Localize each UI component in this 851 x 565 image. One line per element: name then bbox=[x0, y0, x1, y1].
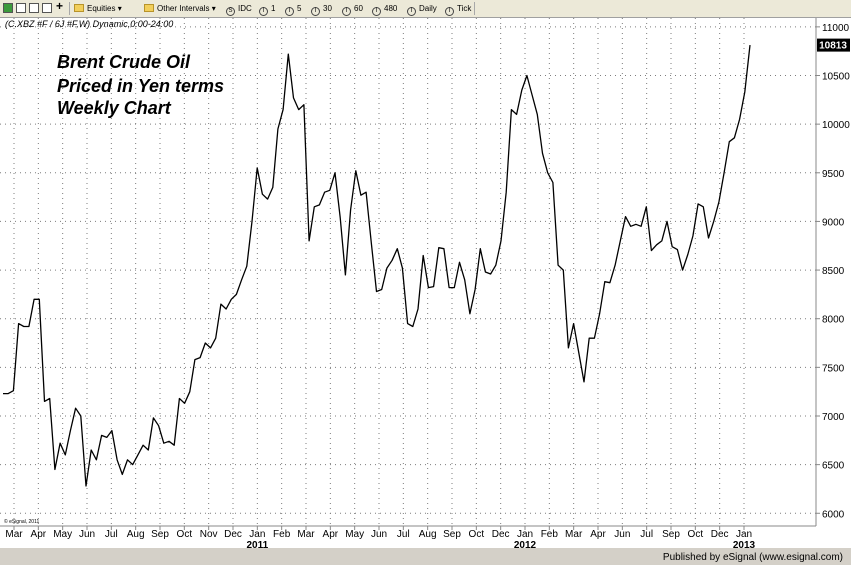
y-tick-label: 7500 bbox=[822, 363, 845, 374]
add-icon[interactable]: + bbox=[56, 0, 63, 12]
x-month-label: Sep bbox=[443, 529, 461, 540]
x-year-label: 2012 bbox=[514, 540, 537, 548]
x-month-label: Sep bbox=[151, 529, 169, 540]
toolbar-separator bbox=[69, 2, 70, 15]
interval-label: 60 bbox=[354, 4, 363, 13]
x-month-label: Jan bbox=[249, 529, 265, 540]
interval-button-daily[interactable]: I Daily bbox=[407, 3, 437, 16]
x-month-label: Jul bbox=[105, 529, 118, 540]
interval-icon: I bbox=[259, 7, 268, 16]
interval-button-480[interactable]: I 480 bbox=[372, 3, 398, 16]
interval-button-5[interactable]: I5 bbox=[285, 3, 302, 16]
publisher-credit: Published by eSignal (www.esignal.com) bbox=[662, 552, 843, 563]
toolbar: + Equities ▾ Other Intervals ▾ S IDC I1 I… bbox=[0, 0, 851, 18]
interval-button-tick[interactable]: I Tick bbox=[445, 3, 472, 16]
x-month-label: Feb bbox=[273, 529, 291, 540]
interval-label: 480 bbox=[384, 4, 398, 13]
chart-area: 6000 6500 7000 7500 8000 8500 9000 9500 10000 105… bbox=[0, 18, 851, 548]
x-month-label: Oct bbox=[688, 529, 704, 540]
chart-header: (C.XBZ #F / 6J #F,W) Dynamic,0:00-24:00 bbox=[5, 19, 173, 29]
x-month-label: Jul bbox=[397, 529, 410, 540]
annotation-line-1: Brent Crude Oil bbox=[57, 52, 191, 72]
y-tick-label: 9000 bbox=[822, 217, 845, 228]
equities-dropdown[interactable]: Equities ▾ bbox=[74, 3, 122, 14]
page-icon[interactable] bbox=[16, 3, 26, 13]
x-month-label: Dec bbox=[711, 529, 729, 540]
annotation-line-3: Weekly Chart bbox=[57, 98, 172, 118]
y-tick-label: 8000 bbox=[822, 315, 845, 326]
folder-icon bbox=[74, 4, 84, 12]
copyright-note: © eSignal, 2011 bbox=[4, 518, 40, 525]
layout-icon[interactable] bbox=[42, 3, 52, 13]
interval-label: Tick bbox=[457, 4, 472, 13]
interval-icon: I bbox=[445, 7, 454, 16]
folder-icon bbox=[144, 4, 154, 12]
interval-label: 5 bbox=[297, 4, 302, 13]
x-month-label: Apr bbox=[323, 529, 339, 540]
x-month-label: Nov bbox=[200, 529, 218, 540]
interval-button-60[interactable]: I 60 bbox=[342, 3, 363, 16]
x-month-label: Mar bbox=[297, 529, 315, 540]
intervals-dropdown[interactable]: Other Intervals ▾ bbox=[144, 3, 216, 14]
x-month-label: Oct bbox=[469, 529, 485, 540]
x-month-label: Apr bbox=[31, 529, 47, 540]
x-month-label: Oct bbox=[177, 529, 193, 540]
x-year-label: 2011 bbox=[246, 540, 268, 548]
y-tick-label: 6000 bbox=[822, 509, 845, 520]
x-month-label: Aug bbox=[127, 529, 145, 540]
last-price-label: 10813 bbox=[819, 41, 847, 52]
intervals-label: Other Intervals bbox=[157, 4, 210, 13]
chart-icon[interactable] bbox=[3, 3, 13, 13]
y-tick-label: 9500 bbox=[822, 169, 845, 180]
x-year-label: 2013 bbox=[733, 540, 756, 548]
x-month-label: Sep bbox=[662, 529, 680, 540]
interval-icon: I bbox=[285, 7, 294, 16]
x-month-label: Apr bbox=[590, 529, 606, 540]
annotation-line-2: Priced in Yen terms bbox=[57, 76, 224, 96]
x-month-label: Jun bbox=[371, 529, 387, 540]
y-tick-label: 8500 bbox=[822, 266, 845, 277]
interval-button-30[interactable]: I 30 bbox=[311, 3, 332, 16]
interval-icon: I bbox=[407, 7, 416, 16]
x-month-label: Feb bbox=[541, 529, 559, 540]
x-month-label: Jan bbox=[736, 529, 752, 540]
interval-button-1[interactable]: I1 bbox=[259, 3, 276, 16]
x-month-label: May bbox=[345, 529, 364, 540]
x-month-label: Dec bbox=[492, 529, 510, 540]
x-month-label: Jun bbox=[79, 529, 95, 540]
y-tick-label: 11000 bbox=[822, 23, 850, 34]
interval-icon: I bbox=[342, 7, 351, 16]
toolbar-separator bbox=[474, 2, 475, 15]
interval-label: 30 bbox=[323, 4, 332, 13]
x-month-label: Mar bbox=[565, 529, 583, 540]
y-tick-label: 10500 bbox=[822, 72, 850, 83]
interval-label: 1 bbox=[271, 4, 276, 13]
s-icon: S bbox=[226, 7, 235, 16]
y-tick-label: 7000 bbox=[822, 412, 845, 423]
copy-icon[interactable] bbox=[29, 3, 39, 13]
x-month-label: Jan bbox=[517, 529, 533, 540]
equities-label: Equities bbox=[87, 4, 116, 13]
y-tick-label: 10000 bbox=[822, 120, 850, 131]
x-month-label: Dec bbox=[224, 529, 242, 540]
interval-label: Daily bbox=[419, 4, 437, 13]
interval-icon: I bbox=[372, 7, 381, 16]
y-tick-label: 6500 bbox=[822, 461, 845, 472]
interval-icon: I bbox=[311, 7, 320, 16]
idc-label: IDC bbox=[238, 4, 252, 13]
x-month-label: Aug bbox=[419, 529, 437, 540]
x-month-label: Jul bbox=[640, 529, 653, 540]
idc-button[interactable]: S IDC bbox=[226, 3, 252, 16]
x-month-label: May bbox=[53, 529, 72, 540]
x-month-label: Mar bbox=[5, 529, 23, 540]
x-month-label: Jun bbox=[614, 529, 630, 540]
